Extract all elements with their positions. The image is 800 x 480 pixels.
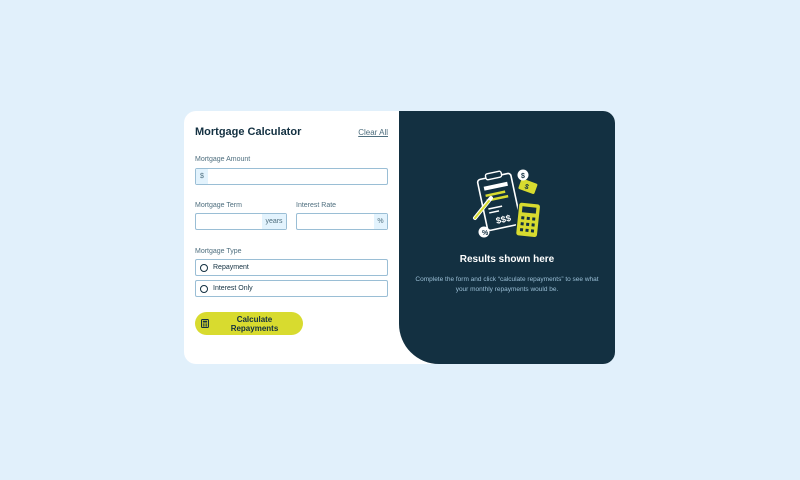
calculate-repayments-button[interactable]: Calculate Repayments bbox=[195, 312, 303, 335]
interest-rate-label: Interest Rate bbox=[296, 202, 337, 209]
results-panel: $$$ $ $ % Results shown here Complete th… bbox=[399, 111, 615, 364]
percent-suffix: % bbox=[374, 214, 387, 229]
results-title: Results shown here bbox=[459, 254, 555, 265]
radio-option-interest-only[interactable]: Interest Only bbox=[195, 280, 388, 297]
form-title: Mortgage Calculator bbox=[195, 126, 302, 138]
svg-text:%: % bbox=[482, 230, 489, 237]
radio-option-repayment[interactable]: Repayment bbox=[195, 259, 388, 276]
radio-label-repayment: Repayment bbox=[213, 264, 249, 271]
svg-text:$: $ bbox=[521, 173, 525, 180]
mortgage-term-field: years bbox=[195, 213, 287, 230]
calculate-button-label: Calculate Repayments bbox=[230, 314, 279, 333]
mortgage-amount-label: Mortgage Amount bbox=[195, 156, 251, 163]
results-description: Complete the form and click “calculate r… bbox=[415, 276, 599, 293]
mortgage-card: Mortgage Calculator Clear All Mortgage A… bbox=[184, 111, 615, 364]
radio-circle-icon[interactable] bbox=[200, 263, 208, 272]
interest-rate-field: % bbox=[296, 213, 388, 230]
calculator-icon bbox=[201, 319, 209, 328]
mortgage-amount-input[interactable] bbox=[208, 169, 387, 184]
radio-label-interest-only: Interest Only bbox=[213, 285, 253, 292]
form-header: Mortgage Calculator Clear All bbox=[195, 126, 388, 138]
empty-results-illustration: $$$ $ $ % bbox=[473, 169, 542, 239]
mortgage-term-input[interactable] bbox=[196, 214, 262, 229]
interest-rate-input[interactable] bbox=[297, 214, 374, 229]
mortgage-type-label: Mortgage Type bbox=[195, 248, 242, 255]
mortgage-term-label: Mortgage Term bbox=[195, 202, 242, 209]
clear-all-link[interactable]: Clear All bbox=[358, 128, 388, 137]
years-suffix: years bbox=[262, 214, 286, 229]
mortgage-amount-field: $ bbox=[195, 168, 388, 185]
form-panel: Mortgage Calculator Clear All Mortgage A… bbox=[184, 111, 399, 364]
radio-circle-icon[interactable] bbox=[200, 284, 208, 293]
currency-prefix: $ bbox=[196, 169, 208, 184]
